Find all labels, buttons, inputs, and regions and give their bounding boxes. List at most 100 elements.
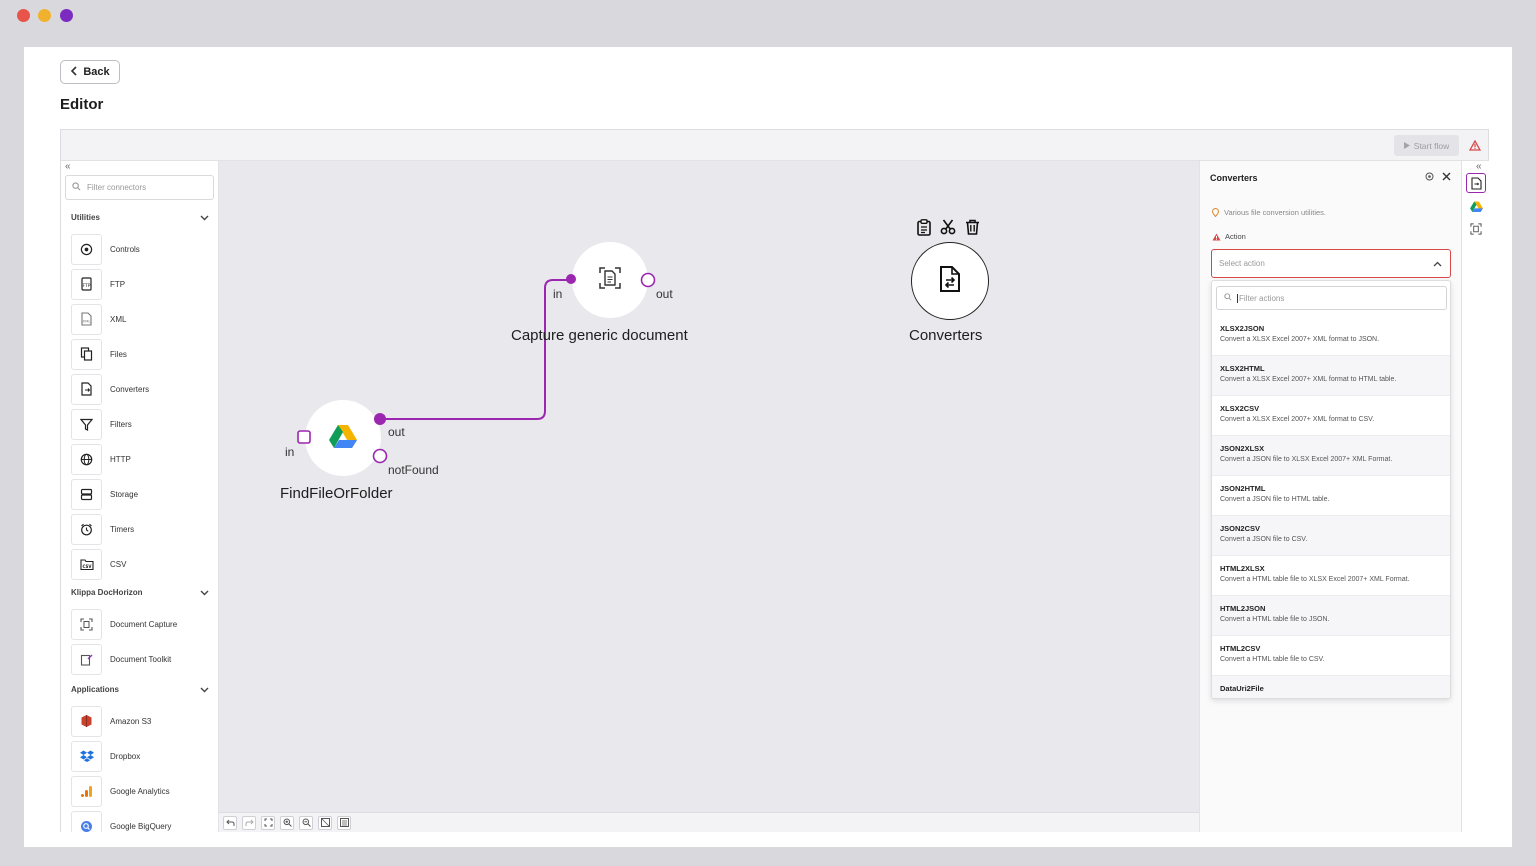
option-html2xlsx[interactable]: HTML2XLSX Convert a HTML table file to XL… — [1212, 556, 1450, 596]
option-name: XLSX2JSON — [1220, 324, 1265, 333]
location-pin-icon — [1212, 208, 1219, 217]
select-action-dropdown[interactable]: Select action — [1211, 249, 1451, 278]
page-title: Editor — [60, 96, 104, 113]
file-convert-icon — [1470, 176, 1482, 190]
flow-canvas[interactable]: in out Capture generic document Converte… — [219, 161, 1199, 812]
maximize-window-dot[interactable] — [60, 9, 73, 22]
node-capture-generic-document[interactable] — [572, 242, 648, 318]
option-xlsx2html[interactable]: XLSX2HTML Convert a XLSX Excel 2007+ XML … — [1212, 356, 1450, 396]
back-button[interactable]: Back — [60, 60, 120, 84]
node-switcher-strip: « — [1461, 161, 1489, 832]
connectors-sidebar: « Filter connectors Utilities Controls F… — [61, 161, 219, 832]
collapse-sidebar-icon[interactable]: « — [65, 161, 71, 172]
port-notfound-circle[interactable] — [372, 448, 388, 464]
option-name: HTML2CSV — [1220, 644, 1261, 653]
connector-timers[interactable]: Timers — [71, 513, 211, 545]
node-action-toolbar — [917, 219, 980, 241]
svg-text:FTP: FTP — [83, 283, 91, 289]
document-scan-icon — [1470, 223, 1482, 235]
undo-icon[interactable] — [223, 815, 237, 830]
option-name: JSON2HTML — [1220, 484, 1266, 493]
port-in-dot[interactable] — [565, 273, 577, 285]
chevron-down-icon — [200, 590, 209, 595]
connector-document-toolkit[interactable]: Document Toolkit — [71, 643, 211, 675]
close-window-dot[interactable] — [17, 9, 30, 22]
search-icon — [1224, 293, 1232, 303]
connector-label: Document Capture — [110, 619, 178, 629]
connector-converters[interactable]: Converters — [71, 373, 211, 405]
option-xlsx2csv[interactable]: XLSX2CSV Convert a XLSX Excel 2007+ XML f… — [1212, 396, 1450, 436]
start-flow-label: Start flow — [1413, 140, 1450, 151]
option-json2xlsx[interactable]: JSON2XLSX Convert a JSON file to XLSX Exc… — [1212, 436, 1450, 476]
zoom-in-icon[interactable] — [280, 815, 294, 830]
window-titlebar — [0, 0, 1536, 46]
connector-controls[interactable]: Controls — [71, 233, 211, 265]
filter-actions-input[interactable]: Filter actions — [1216, 286, 1447, 310]
node-switch-find-file[interactable] — [1466, 196, 1486, 216]
filter-connectors-input[interactable]: Filter connectors — [65, 175, 214, 200]
minimap-icon[interactable] — [318, 815, 332, 830]
connector-xml[interactable]: XML XML — [71, 303, 211, 335]
fit-view-icon[interactable] — [261, 815, 275, 830]
document-edit-icon — [71, 643, 102, 675]
search-icon — [72, 182, 81, 193]
port-notfound-label: notFound — [388, 463, 439, 477]
google-bigquery-icon — [71, 810, 102, 832]
node-converters[interactable] — [911, 242, 989, 320]
connector-label: Controls — [110, 244, 140, 254]
connector-dropbox[interactable]: Dropbox — [71, 740, 211, 772]
action-label-text: Action — [1225, 232, 1246, 241]
minimize-window-dot[interactable] — [38, 9, 51, 22]
connector-csv[interactable]: CSV CSV — [71, 548, 211, 580]
connector-document-capture[interactable]: Document Capture — [71, 608, 211, 640]
clipboard-icon[interactable] — [917, 219, 931, 241]
connector-ftp[interactable]: FTP FTP — [71, 268, 211, 300]
settings-icon[interactable] — [1425, 168, 1434, 186]
file-convert-icon — [938, 265, 962, 298]
collapse-panel-icon[interactable]: « — [1476, 161, 1482, 172]
option-html2csv[interactable]: HTML2CSV Convert a HTML table file to CSV… — [1212, 636, 1450, 676]
section-klippa-dochorizon[interactable]: Klippa DocHorizon — [71, 588, 209, 597]
layout-icon[interactable] — [337, 815, 351, 830]
connector-label: Files — [110, 349, 127, 359]
connector-filters[interactable]: Filters — [71, 408, 211, 440]
warning-icon — [1212, 233, 1221, 240]
scissors-icon[interactable] — [940, 219, 956, 241]
start-flow-button[interactable]: Start flow — [1394, 135, 1459, 156]
port-out-dot[interactable] — [373, 412, 387, 426]
connector-amazon-s3[interactable]: Amazon S3 — [71, 705, 211, 737]
connection-find-to-capture — [381, 279, 571, 420]
port-in-square[interactable] — [297, 430, 311, 444]
option-json2csv[interactable]: JSON2CSV Convert a JSON file to CSV. — [1212, 516, 1450, 556]
redo-icon[interactable] — [242, 815, 256, 830]
connector-google-bigquery[interactable]: Google BigQuery — [71, 810, 211, 832]
connector-label: Timers — [110, 524, 135, 534]
warning-icon[interactable] — [1468, 138, 1482, 156]
option-desc: Convert a HTML table file to CSV. — [1220, 656, 1325, 663]
option-xlsx2json[interactable]: XLSX2JSON Convert a XLSX Excel 2007+ XML … — [1212, 316, 1450, 356]
options-container: XLSX2JSON Convert a XLSX Excel 2007+ XML … — [1212, 316, 1450, 698]
panel-description-text: Various file conversion utilities. — [1224, 208, 1326, 217]
trash-icon[interactable] — [965, 219, 980, 241]
connector-google-analytics[interactable]: Google Analytics — [71, 775, 211, 807]
option-json2html[interactable]: JSON2HTML Convert a JSON file to HTML tab… — [1212, 476, 1450, 516]
option-html2json[interactable]: HTML2JSON Convert a HTML table file to JS… — [1212, 596, 1450, 636]
section-utilities[interactable]: Utilities — [71, 213, 209, 222]
connector-storage[interactable]: Storage — [71, 478, 211, 510]
back-button-label: Back — [83, 66, 110, 78]
node-title: Converters — [909, 327, 983, 344]
close-icon[interactable] — [1442, 168, 1451, 186]
connector-http[interactable]: HTTP — [71, 443, 211, 475]
node-switch-converters[interactable] — [1466, 173, 1486, 193]
node-title: FindFileOrFolder — [280, 485, 393, 502]
node-switch-capture[interactable] — [1466, 219, 1486, 239]
node-find-file-or-folder[interactable] — [305, 400, 381, 476]
option-datauri2file[interactable]: DataUri2File — [1212, 676, 1450, 698]
connector-files[interactable]: Files — [71, 338, 211, 370]
section-applications[interactable]: Applications — [71, 685, 209, 694]
port-out-circle[interactable] — [640, 272, 656, 288]
canvas-controls — [219, 812, 1199, 832]
connector-label: Document Toolkit — [110, 654, 172, 664]
zoom-out-icon[interactable] — [299, 815, 313, 830]
chevron-left-icon — [70, 65, 78, 79]
